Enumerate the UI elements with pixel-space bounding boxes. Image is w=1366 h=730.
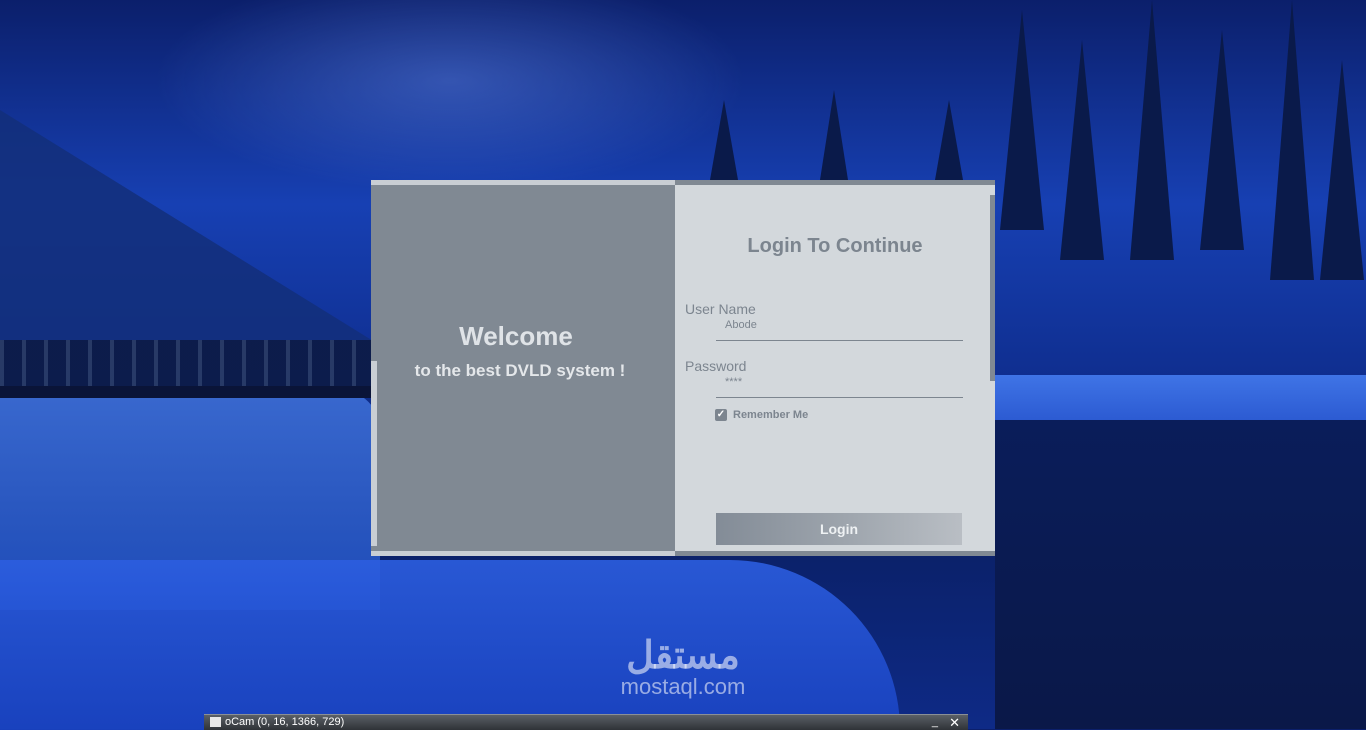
- password-label: Password: [685, 358, 747, 374]
- pine-tree: [1200, 30, 1244, 250]
- remember-me-label: Remember Me: [733, 409, 809, 421]
- username-label: User Name: [685, 301, 756, 317]
- panel-accent-strip: [371, 361, 377, 546]
- panel-scrollbar[interactable]: [990, 195, 995, 381]
- mostaql-watermark: مستقل mostaql.com: [598, 636, 768, 698]
- snow-bank-right: [995, 375, 1366, 425]
- pine-tree: [820, 90, 848, 180]
- username-underline: [716, 340, 963, 341]
- checkmark-icon: ✓: [715, 409, 727, 421]
- login-dialog: Welcome to the best DVLD system ! Login …: [371, 180, 995, 556]
- camera-icon: [210, 717, 221, 727]
- username-input[interactable]: Abode: [725, 319, 757, 331]
- pine-tree: [935, 100, 963, 180]
- welcome-subtitle: to the best DVLD system !: [414, 361, 626, 380]
- form-title: Login To Continue: [747, 235, 923, 257]
- pine-tree: [1000, 10, 1044, 230]
- pine-tree: [1060, 40, 1104, 260]
- password-underline: [716, 397, 963, 398]
- close-icon[interactable]: ✕: [949, 715, 960, 730]
- login-button[interactable]: Login: [716, 513, 962, 545]
- pine-tree: [1130, 0, 1174, 260]
- ocam-window-bar[interactable]: oCam (0, 16, 1366, 729) _ ✕: [204, 714, 968, 730]
- password-input[interactable]: ****: [725, 376, 742, 388]
- pine-tree: [1320, 60, 1364, 280]
- pine-tree: [710, 100, 738, 180]
- login-form-panel: Login To Continue User Name Abode Passwo…: [675, 180, 995, 556]
- watermark-arabic: مستقل: [626, 635, 740, 677]
- remember-me-checkbox[interactable]: ✓ Remember Me: [715, 409, 808, 421]
- bridge-deck: [0, 386, 372, 398]
- ocam-title: oCam (0, 16, 1366, 729): [225, 716, 345, 728]
- welcome-title: Welcome: [459, 321, 573, 351]
- minimize-icon[interactable]: _: [932, 715, 938, 730]
- bridge-railing: [0, 340, 372, 392]
- watermark-latin: mostaql.com: [620, 674, 746, 699]
- lake-reflection: [995, 420, 1366, 729]
- pine-tree: [1270, 0, 1314, 280]
- welcome-panel: Welcome to the best DVLD system !: [371, 180, 675, 556]
- mountain-shape: [0, 110, 420, 370]
